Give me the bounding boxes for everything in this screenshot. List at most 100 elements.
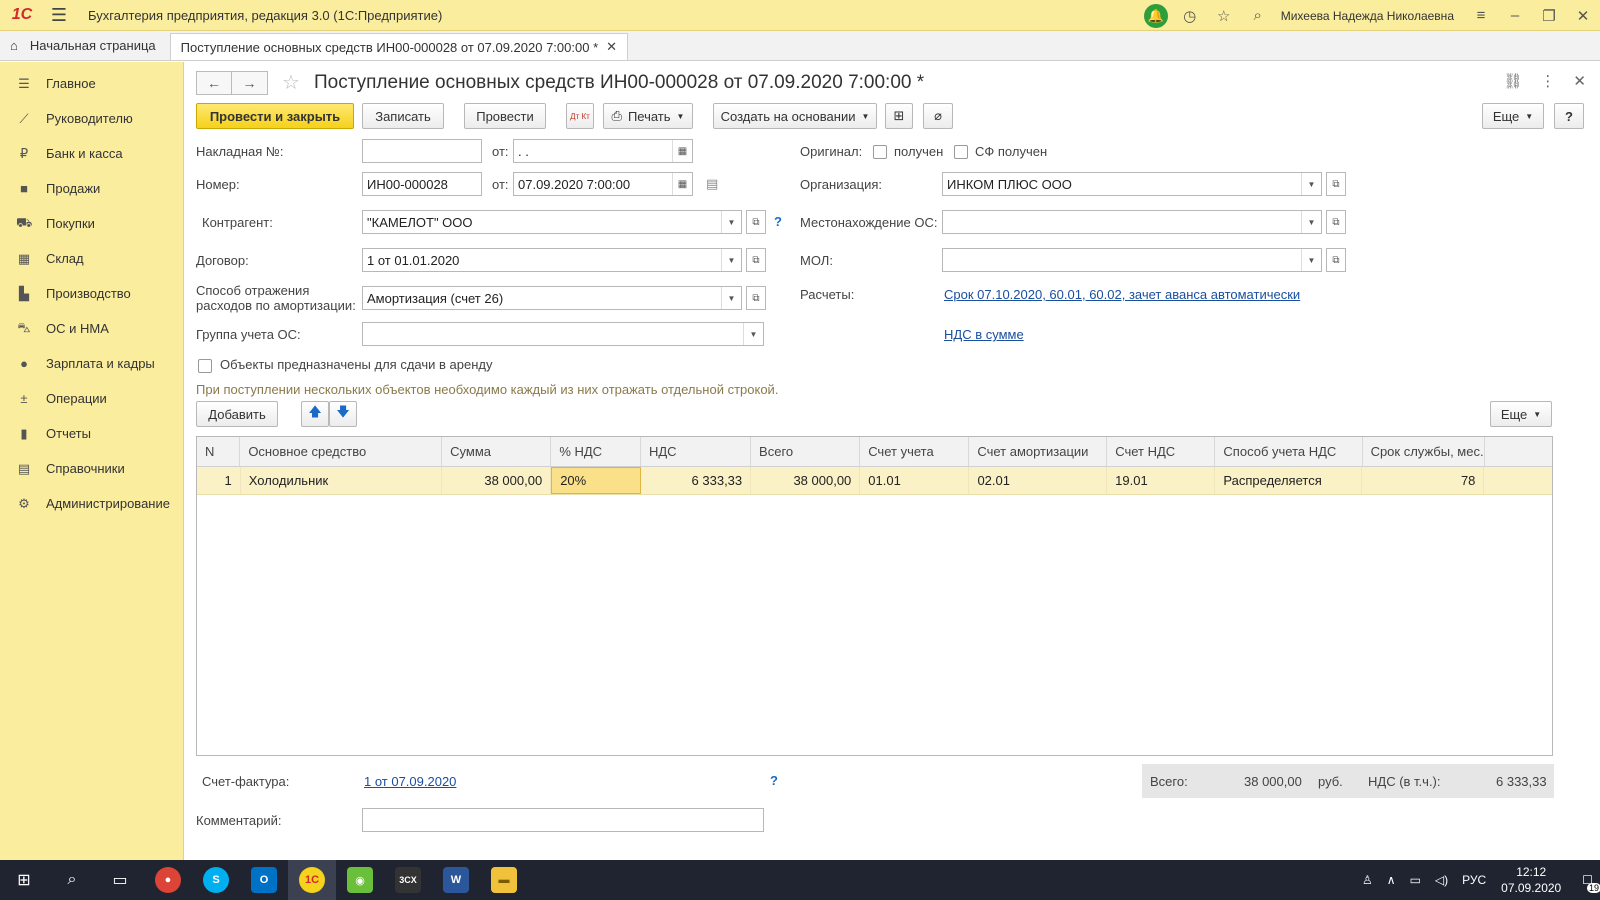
chevron-up-icon[interactable]: ∧ xyxy=(1387,873,1396,887)
add-row-button[interactable]: Добавить xyxy=(196,401,278,427)
attach-button[interactable]: ⌀ xyxy=(923,103,953,129)
col-vat-rate[interactable]: % НДС xyxy=(551,437,641,466)
sidebar-item-main[interactable]: ☰ Главное xyxy=(0,66,183,101)
settings-menu-icon[interactable]: ≡ xyxy=(1464,0,1498,31)
original-received-checkbox[interactable] xyxy=(873,145,887,159)
open-contractor-icon[interactable]: ⧉ xyxy=(746,210,766,234)
search-icon[interactable]: ⌕ xyxy=(1241,0,1275,31)
col-service-life[interactable]: Срок службы, мес. xyxy=(1363,437,1485,466)
network-icon[interactable]: ▭ xyxy=(1410,873,1421,887)
sidebar-item-purchases[interactable]: ⛟ Покупки xyxy=(0,206,183,241)
rent-checkbox[interactable] xyxy=(198,359,212,373)
mol-field[interactable]: ▼ xyxy=(942,248,1322,272)
contract-field[interactable]: 1 от 01.01.2020 ▼ xyxy=(362,248,742,272)
task-view-icon[interactable]: ▭ xyxy=(96,860,144,900)
clock[interactable]: 12:12 07.09.2020 xyxy=(1501,864,1561,896)
sf-received-checkbox[interactable] xyxy=(954,145,968,159)
people-icon[interactable]: ♙ xyxy=(1362,873,1373,887)
sidebar-item-production[interactable]: ▙ Производство xyxy=(0,276,183,311)
close-form-icon[interactable]: ✕ xyxy=(1573,72,1586,90)
sidebar-item-sales[interactable]: ■ Продажи xyxy=(0,171,183,206)
windows-start-icon[interactable]: ⊞ xyxy=(0,860,48,900)
link-icon[interactable]: ⛓ xyxy=(1503,72,1522,90)
cell-account[interactable]: 01.01 xyxy=(860,467,970,494)
search-icon[interactable]: ⌕ xyxy=(48,860,96,900)
col-vat-account[interactable]: Счет НДС xyxy=(1107,437,1216,466)
favorites-icon[interactable]: ☆ xyxy=(1207,0,1241,31)
chevron-down-icon[interactable]: ▼ xyxy=(1301,249,1321,271)
post-and-close-button[interactable]: Провести и закрыть xyxy=(196,103,354,129)
history-icon[interactable]: ◷ xyxy=(1173,0,1207,31)
col-total[interactable]: Всего xyxy=(751,437,861,466)
volume-icon[interactable]: ◁) xyxy=(1435,873,1448,887)
chevron-down-icon[interactable]: ▼ xyxy=(721,249,741,271)
sidebar-item-reports[interactable]: ▮ Отчеты xyxy=(0,416,183,451)
invoice-no-field[interactable] xyxy=(362,139,482,163)
sidebar-item-bank[interactable]: ₽ Банк и касса xyxy=(0,136,183,171)
print-button[interactable]: ⎙ Печать ▼ xyxy=(603,103,693,129)
col-n[interactable]: N xyxy=(197,437,241,466)
create-based-on-button[interactable]: Создать на основании ▼ xyxy=(713,103,877,129)
cell-asset[interactable]: Холодильник xyxy=(241,467,443,494)
more-button[interactable]: Еще ▼ xyxy=(1482,103,1544,129)
post-button[interactable]: Провести xyxy=(464,103,546,129)
taskbar-chrome[interactable]: ● xyxy=(144,860,192,900)
main-menu-icon[interactable]: ☰ xyxy=(44,0,74,31)
amortization-field[interactable]: Амортизация (счет 26) ▼ xyxy=(362,286,742,310)
col-sum[interactable]: Сумма xyxy=(442,437,552,466)
open-organization-icon[interactable]: ⧉ xyxy=(1326,172,1346,196)
asset-group-field[interactable]: ▼ xyxy=(362,322,764,346)
open-amortization-icon[interactable]: ⧉ xyxy=(746,286,766,310)
invoice-help-icon[interactable]: ? xyxy=(770,773,778,788)
col-vat[interactable]: НДС xyxy=(641,437,752,466)
number-date-field[interactable]: 07.09.2020 7:00:00 ▦ xyxy=(513,172,693,196)
col-asset[interactable]: Основное средство xyxy=(240,437,443,466)
dt-kt-button[interactable]: Дт Кт xyxy=(566,103,594,129)
comment-field[interactable] xyxy=(362,808,764,832)
structure-button[interactable]: ⊞ xyxy=(885,103,913,129)
tab-home[interactable]: ⌂ Начальная страница xyxy=(0,31,170,60)
sidebar-item-salary[interactable]: ● Зарплата и кадры xyxy=(0,346,183,381)
user-name[interactable]: Михеева Надежда Николаевна xyxy=(1281,9,1454,23)
sidebar-item-warehouse[interactable]: ▦ Склад xyxy=(0,241,183,276)
notifications-button[interactable]: 🔔 xyxy=(1139,0,1173,31)
calendar-icon[interactable]: ▦ xyxy=(672,140,692,162)
sidebar-item-fixed-assets[interactable]: ⛍ ОС и НМА xyxy=(0,311,183,346)
forward-button[interactable]: → xyxy=(232,71,268,95)
favorite-star-icon[interactable]: ☆ xyxy=(282,70,300,95)
taskbar-1c[interactable]: 1С xyxy=(288,860,336,900)
chevron-down-icon[interactable]: ▼ xyxy=(1301,173,1321,195)
notification-center-icon[interactable]: ☐ 19 xyxy=(1582,873,1600,893)
chevron-down-icon[interactable]: ▼ xyxy=(743,323,763,345)
taskbar-word[interactable]: W xyxy=(432,860,480,900)
close-tab-icon[interactable]: ✕ xyxy=(606,39,617,55)
col-amort-account[interactable]: Счет амортизации xyxy=(969,437,1108,466)
taskbar-app-dark[interactable]: 3CX xyxy=(384,860,432,900)
sidebar-item-directories[interactable]: ▤ Справочники xyxy=(0,451,183,486)
contractor-help-icon[interactable]: ? xyxy=(774,214,782,229)
sidebar-item-manager[interactable]: ⟋ Руководителю xyxy=(0,101,183,136)
chevron-down-icon[interactable]: ▼ xyxy=(1301,211,1321,233)
contractor-field[interactable]: "КАМЕЛОТ" ООО ▼ xyxy=(362,210,742,234)
col-account[interactable]: Счет учета xyxy=(860,437,970,466)
document-list-icon[interactable]: ▤ xyxy=(706,176,718,192)
1c-logo[interactable]: 1С xyxy=(0,0,44,31)
move-up-button[interactable]: 🡅 xyxy=(301,401,329,427)
invoice-link[interactable]: 1 от 07.09.2020 xyxy=(364,774,456,789)
tab-document[interactable]: Поступление основных средств ИН00-000028… xyxy=(169,33,629,60)
settlements-link[interactable]: Срок 07.10.2020, 60.01, 60.02, зачет ава… xyxy=(944,287,1300,302)
restore-icon[interactable]: ❐ xyxy=(1532,0,1566,31)
move-down-button[interactable]: 🡇 xyxy=(329,401,357,427)
open-location-icon[interactable]: ⧉ xyxy=(1326,210,1346,234)
close-window-icon[interactable]: ✕ xyxy=(1566,0,1600,31)
open-contract-icon[interactable]: ⧉ xyxy=(746,248,766,272)
table-more-button[interactable]: Еще ▼ xyxy=(1490,401,1552,427)
cell-vat-account[interactable]: 19.01 xyxy=(1107,467,1216,494)
cell-vat-rate[interactable]: 20% xyxy=(551,467,642,494)
cell-sum[interactable]: 38 000,00 xyxy=(442,467,552,494)
table-row[interactable]: 1 Холодильник 38 000,00 20% 6 333,33 38 … xyxy=(197,467,1552,495)
taskbar-outlook[interactable]: O xyxy=(240,860,288,900)
cell-service-life[interactable]: 78 xyxy=(1362,467,1485,494)
cell-amort-account[interactable]: 02.01 xyxy=(969,467,1108,494)
minimize-icon[interactable]: – xyxy=(1498,0,1532,31)
